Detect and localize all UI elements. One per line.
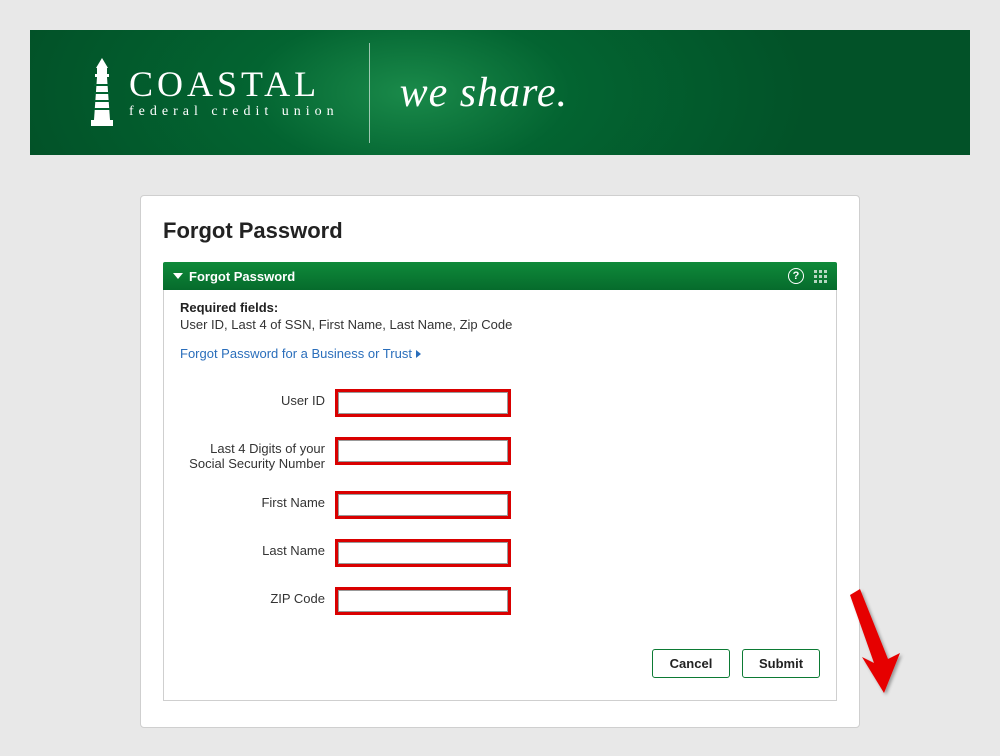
arrow-right-icon <box>416 350 421 358</box>
help-icon[interactable]: ? <box>788 268 804 284</box>
panel-body: Required fields: User ID, Last 4 of SSN,… <box>163 290 837 701</box>
form-row-first-name: First Name <box>180 491 820 519</box>
form-row-user-id: User ID <box>180 389 820 417</box>
required-fields-label: Required fields: <box>180 300 820 315</box>
last-name-highlight <box>335 539 511 567</box>
forgot-password-card: Forgot Password Forgot Password ? Requir… <box>140 195 860 728</box>
zip-highlight <box>335 587 511 615</box>
first-name-input[interactable] <box>338 494 508 516</box>
user-id-highlight <box>335 389 511 417</box>
cancel-button[interactable]: Cancel <box>652 649 730 678</box>
drag-handle-icon[interactable] <box>814 270 827 283</box>
user-id-label: User ID <box>180 389 335 408</box>
zip-label: ZIP Code <box>180 587 335 606</box>
user-id-input[interactable] <box>338 392 508 414</box>
first-name-highlight <box>335 491 511 519</box>
business-trust-link[interactable]: Forgot Password for a Business or Trust <box>180 346 421 361</box>
panel-header-label: Forgot Password <box>189 269 295 284</box>
banner-divider <box>369 43 370 143</box>
submit-button[interactable]: Submit <box>742 649 820 678</box>
last-name-input[interactable] <box>338 542 508 564</box>
caret-down-icon <box>173 273 183 279</box>
brand-name: COASTAL <box>129 66 339 102</box>
ssn-label: Last 4 Digits of your Social Security Nu… <box>180 437 335 471</box>
page-title: Forgot Password <box>163 218 837 244</box>
last-name-label: Last Name <box>180 539 335 558</box>
form-row-ssn: Last 4 Digits of your Social Security Nu… <box>180 437 820 471</box>
brand-tagline: we share. <box>400 69 568 117</box>
form-row-last-name: Last Name <box>180 539 820 567</box>
brand-banner: COASTAL federal credit union we share. <box>30 30 970 155</box>
brand-subtitle: federal credit union <box>129 104 339 120</box>
zip-input[interactable] <box>338 590 508 612</box>
first-name-label: First Name <box>180 491 335 510</box>
form-row-zip: ZIP Code <box>180 587 820 615</box>
logo-block: COASTAL federal credit union <box>30 58 339 128</box>
business-trust-link-label: Forgot Password for a Business or Trust <box>180 346 412 361</box>
panel-header[interactable]: Forgot Password ? <box>163 262 837 290</box>
form-area: User ID Last 4 Digits of your Social Sec… <box>180 389 820 615</box>
ssn-input[interactable] <box>338 440 508 462</box>
required-fields-list: User ID, Last 4 of SSN, First Name, Last… <box>180 317 820 332</box>
lighthouse-icon <box>85 58 119 128</box>
ssn-highlight <box>335 437 511 465</box>
button-bar: Cancel Submit <box>180 649 820 678</box>
